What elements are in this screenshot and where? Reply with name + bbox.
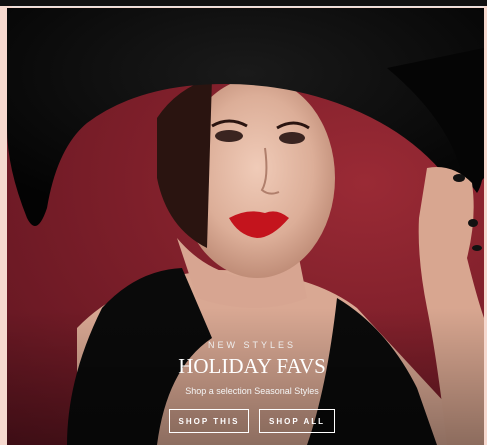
top-divider [12,6,487,7]
shop-this-button[interactable]: SHOP THIS [169,409,249,433]
left-margin [0,6,7,445]
shop-all-button[interactable]: SHOP ALL [259,409,335,433]
hero-banner[interactable]: NEW STYLES HOLIDAY FAVS Shop a selection… [7,8,484,445]
page: NEW STYLES HOLIDAY FAVS Shop a selection… [0,0,487,445]
hero-title: HOLIDAY FAVS [178,354,326,378]
hero-image [7,8,484,445]
hero-eyebrow: NEW STYLES [207,340,296,350]
hero-subtitle: Shop a selection Seasonal Styles [185,386,319,396]
